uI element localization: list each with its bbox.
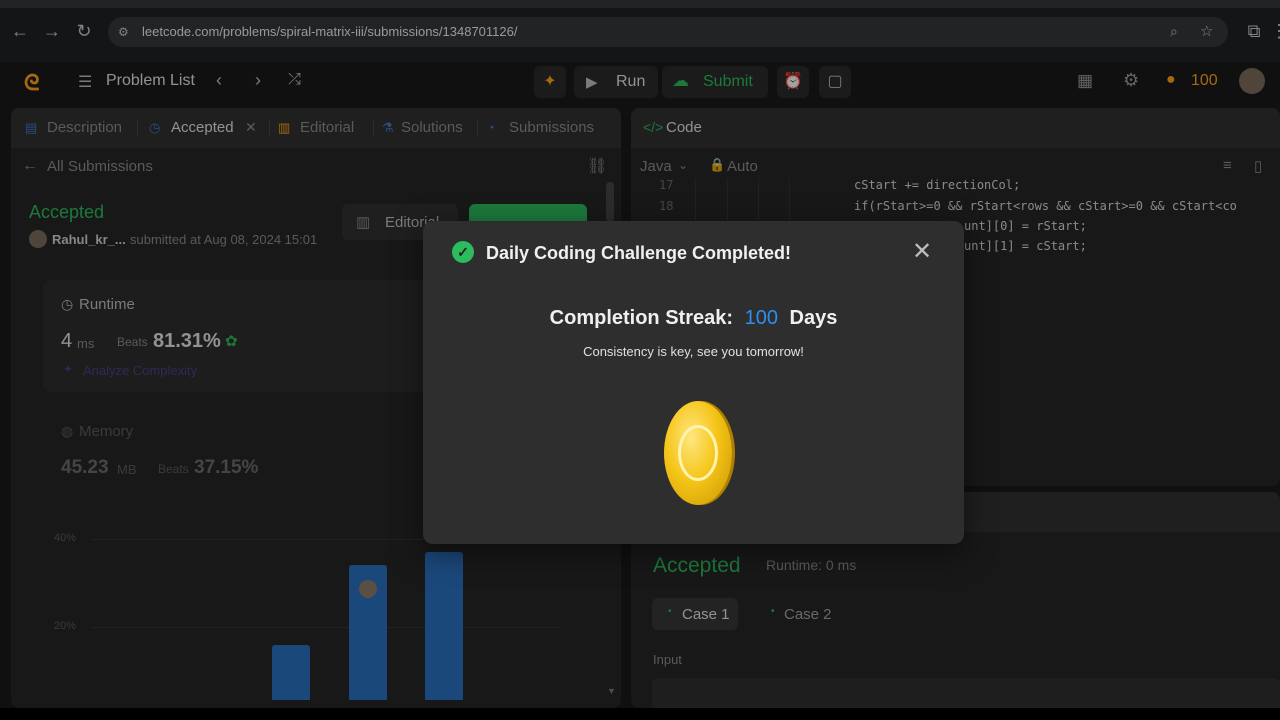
close-icon[interactable]: ✕ <box>912 237 932 266</box>
modal-title: Daily Coding Challenge Completed! <box>486 243 792 263</box>
check-circle-icon: ✓ <box>452 241 474 263</box>
daily-challenge-modal: ✓ Daily Coding Challenge Completed! ✕ Co… <box>423 221 964 544</box>
streak-unit: Days <box>789 307 838 329</box>
streak-line: Completion Streak: 100 Days <box>423 307 964 330</box>
streak-value: 100 <box>744 307 778 329</box>
streak-label: Completion Streak: <box>549 307 734 329</box>
leetcode-coin-icon <box>664 401 732 505</box>
coin-emblem <box>678 425 718 481</box>
modal-message: Consistency is key, see you tomorrow! <box>583 344 804 359</box>
